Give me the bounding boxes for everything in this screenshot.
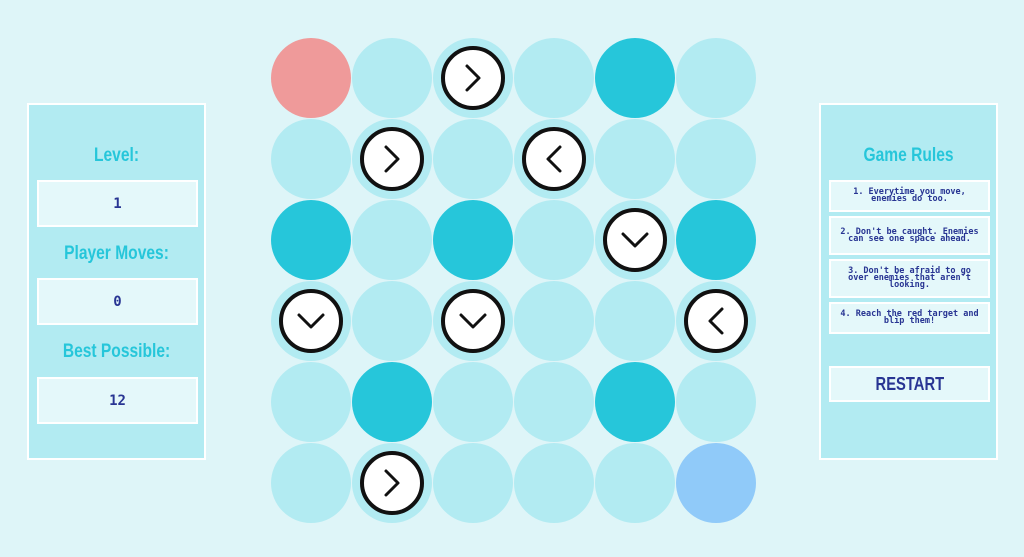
chevron-down-icon [297,313,325,329]
rule-item-4: 4. Reach the red target and blip them! [829,302,990,334]
wall-cell-r5c5[interactable] [595,362,675,442]
wall-cell-r5c2[interactable] [352,362,432,442]
wall-cell-r3c3[interactable] [433,200,513,280]
target-cell-r1c1[interactable] [271,38,351,118]
enemy-facing-right [441,46,505,110]
floor-cell-r3c5[interactable] [595,200,675,280]
floor-cell-r4c5[interactable] [595,281,675,361]
best-possible-label: Best Possible: [62,341,171,362]
floor-cell-r1c3[interactable] [433,38,513,118]
player-moves-value: 0 [37,278,198,325]
floor-cell-r6c1[interactable] [271,443,351,523]
enemy-facing-right [360,127,424,191]
floor-cell-r4c3[interactable] [433,281,513,361]
chevron-right-icon [465,64,481,92]
level-value: 1 [37,180,198,227]
floor-cell-r6c3[interactable] [433,443,513,523]
restart-button[interactable]: RESTART [829,366,990,402]
floor-cell-r1c4[interactable] [514,38,594,118]
chevron-right-icon [384,469,400,497]
rule-item-2: 2. Don't be caught. Enemies can see one … [829,216,990,255]
stats-panel: Level: 1 Player Moves: 0 Best Possible: … [27,103,206,460]
enemy-facing-down [279,289,343,353]
floor-cell-r4c2[interactable] [352,281,432,361]
enemy-facing-down [441,289,505,353]
wall-cell-r1c5[interactable] [595,38,675,118]
wall-cell-r3c1[interactable] [271,200,351,280]
floor-cell-r2c6[interactable] [676,119,756,199]
floor-cell-r6c4[interactable] [514,443,594,523]
rule-item-1: 1. Everytime you move, enemies do too. [829,180,990,212]
player-cell-r6c6[interactable] [676,443,756,523]
floor-cell-r6c5[interactable] [595,443,675,523]
floor-cell-r2c5[interactable] [595,119,675,199]
floor-cell-r1c6[interactable] [676,38,756,118]
floor-cell-r3c2[interactable] [352,200,432,280]
game-board [271,38,756,523]
floor-cell-r5c4[interactable] [514,362,594,442]
rule-item-3: 3. Don't be afraid to go over enemies th… [829,259,990,298]
chevron-down-icon [459,313,487,329]
floor-cell-r5c6[interactable] [676,362,756,442]
chevron-left-icon [546,145,562,173]
rules-panel: Game Rules 1. Everytime you move, enemie… [819,103,998,460]
floor-cell-r5c1[interactable] [271,362,351,442]
floor-cell-r4c4[interactable] [514,281,594,361]
wall-cell-r3c6[interactable] [676,200,756,280]
rules-title: Game Rules [863,145,954,166]
enemy-facing-left [684,289,748,353]
chevron-down-icon [621,232,649,248]
floor-cell-r3c4[interactable] [514,200,594,280]
restart-label: RESTART [875,373,944,394]
floor-cell-r2c2[interactable] [352,119,432,199]
floor-cell-r2c1[interactable] [271,119,351,199]
enemy-facing-right [360,451,424,515]
floor-cell-r6c2[interactable] [352,443,432,523]
floor-cell-r1c2[interactable] [352,38,432,118]
level-label: Level: [93,145,140,166]
floor-cell-r4c6[interactable] [676,281,756,361]
player-moves-label: Player Moves: [64,243,169,264]
floor-cell-r4c1[interactable] [271,281,351,361]
chevron-right-icon [384,145,400,173]
floor-cell-r2c3[interactable] [433,119,513,199]
best-possible-value: 12 [37,377,198,424]
floor-cell-r2c4[interactable] [514,119,594,199]
floor-cell-r5c3[interactable] [433,362,513,442]
chevron-left-icon [708,307,724,335]
enemy-facing-down [603,208,667,272]
enemy-facing-left [522,127,586,191]
